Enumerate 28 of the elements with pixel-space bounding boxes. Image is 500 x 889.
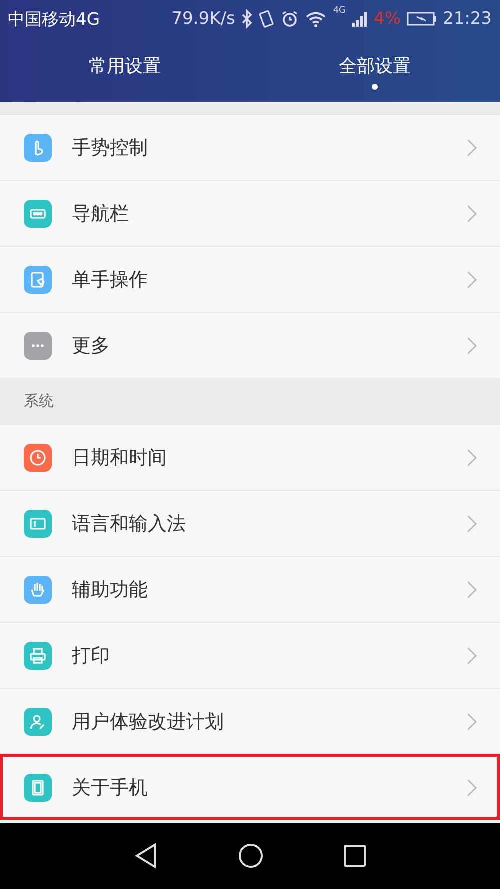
chevron-right-icon [466, 778, 478, 798]
chevron-right-icon [466, 712, 478, 732]
bluetooth-icon [241, 9, 254, 29]
chevron-right-icon [466, 138, 478, 158]
carrier-text: 中国移动4G [8, 8, 100, 30]
recent-apps-icon[interactable] [344, 845, 366, 867]
clock-time: 21:23 [443, 9, 492, 29]
chevron-right-icon [466, 580, 478, 600]
chevron-right-icon [466, 204, 478, 224]
settings-tab[interactable]: 常用设置 [0, 38, 250, 102]
battery-charging-icon [407, 11, 437, 27]
wifi-icon [305, 10, 328, 28]
home-icon[interactable] [238, 843, 264, 869]
alarm-icon [281, 10, 300, 28]
network-speed: 79.9K/s [172, 9, 236, 29]
chevron-right-icon [466, 646, 478, 666]
chevron-right-icon [466, 448, 478, 468]
chevron-right-icon [466, 514, 478, 534]
chevron-right-icon [466, 270, 478, 290]
settings-row[interactable]: 关于手机 [0, 754, 500, 820]
battery-percent: 4% [374, 9, 401, 29]
vibrate-icon [259, 9, 276, 29]
section-header: 系统 [0, 378, 500, 424]
back-icon[interactable] [134, 843, 158, 869]
settings-tab[interactable]: 全部设置 [250, 38, 500, 102]
signal-icon [352, 10, 368, 28]
network-type: 4G [333, 6, 346, 16]
chevron-right-icon [466, 336, 478, 356]
